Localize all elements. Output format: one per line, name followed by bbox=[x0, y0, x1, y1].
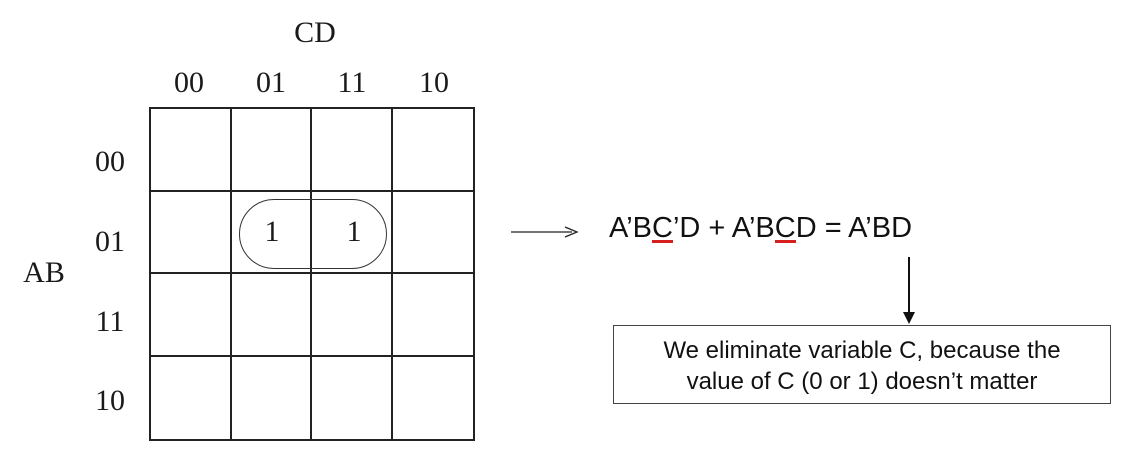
eliminated-variable-c: C bbox=[651, 212, 673, 244]
right-arrow-icon bbox=[511, 226, 579, 238]
eliminated-variable-c: C bbox=[774, 212, 796, 244]
explanation-box: We eliminate variable C, because the val… bbox=[613, 325, 1111, 404]
expression-part: D = A’BD bbox=[795, 212, 913, 244]
expression-part: ’D + A’B bbox=[672, 212, 775, 244]
boolean-expression: A’BC’D + A’BCD = A’BD bbox=[609, 212, 912, 245]
explanation-line-1: We eliminate variable C, because the bbox=[663, 337, 1061, 364]
down-arrow-icon bbox=[903, 257, 915, 324]
expression-part: A’B bbox=[609, 212, 652, 244]
explanation-line-2: value of C (0 or 1) doesn’t matter bbox=[686, 368, 1038, 395]
